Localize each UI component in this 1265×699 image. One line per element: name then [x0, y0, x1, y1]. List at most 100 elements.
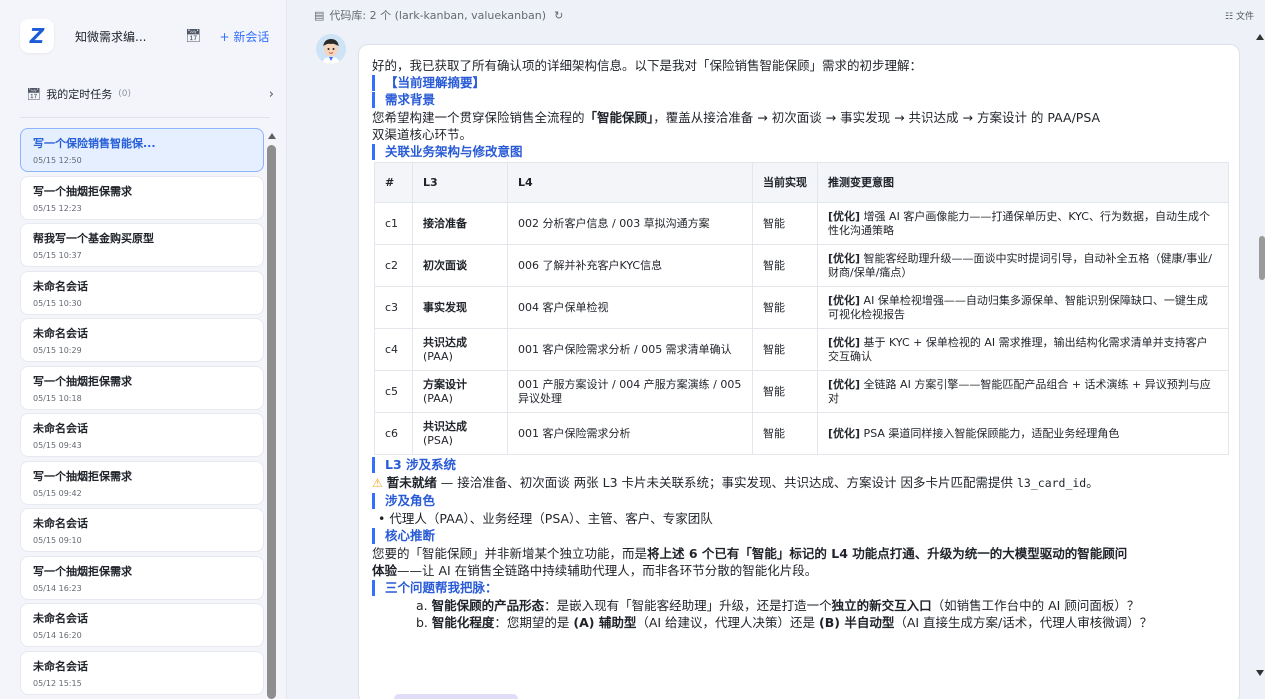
- sidebar-scrollbar[interactable]: [267, 133, 277, 699]
- conversation-title: 写一个抽烟拒保需求: [33, 469, 132, 483]
- background-text-2: 双渠道核心环节。: [372, 127, 473, 142]
- main-scroll-thumb[interactable]: [1259, 236, 1265, 280]
- conversation-title: 写一个抽烟拒保需求: [33, 184, 132, 198]
- row-impl: 智能: [752, 370, 818, 413]
- row-impl: 智能: [752, 244, 818, 287]
- row-l3: 初次面谈: [412, 244, 508, 287]
- question-a: a. 智能保顾的产品形态：是嵌入现有「智能客经助理」升级，还是打造一个独立的新交…: [416, 598, 1140, 613]
- row-l3: 方案设计 (PAA): [412, 370, 508, 413]
- sidebar-scroll-thumb[interactable]: [267, 145, 276, 699]
- row-l4: 006 了解并补充客户KYC信息: [507, 244, 753, 287]
- table-header-cell: 当前实现: [752, 162, 818, 203]
- row-impl: 智能: [752, 412, 818, 455]
- row-id: c3: [374, 286, 413, 329]
- conversation-date: 05/15 12:23: [33, 203, 82, 213]
- row-intent: [优化] AI 保单检视增强——自动归集多源保单、智能识别保障缺口、一键生成可视…: [817, 286, 1229, 329]
- conversation-date: 05/12 15:15: [33, 678, 82, 688]
- conversation-item[interactable]: 写一个抽烟拒保需求 05/14 16:23: [20, 555, 264, 600]
- sidebar-divider: [20, 117, 270, 118]
- conversation-item[interactable]: 写一个抽烟拒保需求 05/15 12:23: [20, 175, 264, 220]
- table-header-cell: L4: [507, 162, 753, 203]
- row-l3: 事实发现: [412, 286, 508, 329]
- background-text: 您希望构建一个贯穿保险销售全流程的「智能保顾」，覆盖从接洽准备 → 初次面谈 →…: [372, 110, 1101, 125]
- sidebar: Z 知微需求编... 📅︎ + 新会话 📅︎ 我的定时任务 (0) › 写一个保…: [0, 0, 287, 699]
- table-row: c5 方案设计 (PAA) 001 产服方案设计 / 004 产服方案演练 / 005…: [374, 370, 1229, 413]
- conversation-item[interactable]: 未命名会话 05/15 09:43: [20, 413, 264, 457]
- table-header-cell: #: [374, 162, 413, 203]
- main-scroll-down-icon[interactable]: [1256, 670, 1264, 676]
- conversation-title: 未命名会话: [33, 612, 88, 625]
- conversation-item[interactable]: 未命名会话 05/12 15:15: [20, 650, 264, 695]
- conversation-title: 未命名会话: [33, 327, 88, 340]
- table-row: c4 共识达成 (PAA) 001 客户保险需求分析 / 005 需求清单确认 智能 [优…: [374, 328, 1229, 371]
- conversation-date: 05/15 09:43: [33, 441, 82, 450]
- conversation-item[interactable]: 未命名会话 05/14 16:20: [20, 603, 264, 647]
- row-impl: 智能: [752, 328, 818, 371]
- row-id: c5: [374, 370, 413, 413]
- heading-core: 核心推断: [372, 528, 1232, 544]
- row-intent: [优化] 全链路 AI 方案引擎——智能匹配产品组合 + 话术演练 + 异议预判…: [817, 370, 1229, 413]
- row-l3: 共识达成 (PAA): [412, 328, 508, 371]
- scheduled-tasks-label: 我的定时任务: [46, 88, 113, 101]
- table-row: c3 事实发现 004 客户保单检视 智能 [优化] AI 保单检视增强——自动归集多源…: [374, 286, 1229, 329]
- files-button[interactable]: ☷ 文件: [1225, 9, 1254, 22]
- conversation-item[interactable]: 写一个抽烟拒保需求 05/15 10:18: [20, 365, 264, 410]
- repo-text: 代码库: 2 个 (lark-kanban, valuekanban): [329, 9, 547, 22]
- app-title: 知微需求编...: [75, 29, 147, 44]
- row-l4: 001 客户保险需求分析: [507, 412, 753, 455]
- conversation-date: 05/14 16:20: [33, 631, 82, 640]
- row-l4: 001 产服方案设计 / 004 产服方案演练 / 005 异议处理: [507, 370, 753, 413]
- chevron-right-icon: ›: [268, 86, 274, 102]
- scheduled-tasks-row[interactable]: 📅︎ 我的定时任务 (0) ›: [26, 84, 274, 104]
- conversation-item[interactable]: 未命名会话 05/15 09:10: [20, 508, 264, 552]
- row-l4: 004 客户保单检视: [507, 286, 753, 329]
- core-text-2: 体验——让 AI 在销售全链路中持续辅助代理人，而非各环节分散的智能化片段。: [372, 563, 818, 578]
- main-scroll-up-icon[interactable]: [1256, 34, 1264, 40]
- row-id: c6: [374, 412, 413, 455]
- heading-background: 需求背景: [372, 92, 1232, 108]
- conversation-item[interactable]: 未命名会话 05/15 10:29: [20, 318, 264, 362]
- table-header-cell: L3: [412, 162, 508, 203]
- conversation-date: 05/15 09:42: [33, 488, 82, 498]
- assistant-avatar: [316, 34, 346, 64]
- conversation-title: 未命名会话: [33, 279, 88, 293]
- conversation-title: 未命名会话: [33, 517, 88, 530]
- conversation-title: 未命名会话: [33, 659, 88, 673]
- app-logo: Z: [20, 19, 54, 53]
- files-label: 文件: [1235, 11, 1254, 22]
- conversation-date: 05/15 12:50: [33, 156, 82, 165]
- sidebar-header: Z 知微需求编... 📅︎ + 新会话: [20, 16, 280, 56]
- repo-bar: ▤ 代码库: 2 个 (lark-kanban, valuekanban) ↻ …: [314, 6, 1254, 24]
- conversation-title: 写一个抽烟拒保需求: [33, 564, 132, 578]
- row-id: c1: [374, 202, 413, 245]
- heading-architecture: 关联业务架构与修改意图: [372, 144, 1232, 160]
- heading-questions: 三个问题帮我把脉：: [372, 580, 1232, 596]
- calendar-clock-icon[interactable]: 📅︎: [185, 29, 202, 44]
- conversation-item[interactable]: 帮我写一个基金购买原型 05/15 10:37: [20, 223, 264, 267]
- conversation-date: 05/15 10:29: [33, 346, 82, 355]
- systems-warning: ⚠ 暂未就绪 — 接洽准备、初次面谈 两张 L3 卡片未关联系统；事实发现、共识…: [372, 475, 1099, 490]
- row-intent: [优化] 智能客经助理升级——面谈中实时提词引导，自动补全五格（健康/事业/财商…: [817, 244, 1229, 287]
- row-intent: [优化] PSA 渠道同样接入智能保顾能力，适配业务经理角色: [817, 412, 1229, 455]
- heading-systems: L3 涉及系统: [372, 457, 1232, 473]
- row-l3: 接洽准备: [412, 202, 508, 245]
- suggestion-chip[interactable]: [394, 694, 518, 699]
- row-l4: 001 客户保险需求分析 / 005 需求清单确认: [507, 328, 753, 371]
- heading-roles: 涉及角色: [372, 493, 1232, 509]
- row-id: c2: [374, 244, 413, 287]
- conversation-date: 05/15 10:37: [33, 251, 82, 260]
- table-header-cell: 推测变更意图: [817, 162, 1229, 203]
- conversation-date: 05/14 16:23: [33, 583, 82, 593]
- scroll-up-icon[interactable]: [268, 133, 276, 139]
- refresh-icon[interactable]: ↻: [554, 9, 563, 22]
- conversation-item[interactable]: 未命名会话 05/15 10:30: [20, 270, 264, 315]
- conversation-item[interactable]: 写一个保险销售智能保... 05/15 12:50: [20, 128, 264, 172]
- row-intent: [优化] 基于 KYC + 保单检视的 AI 需求推理，输出结构化需求清单并支持…: [817, 328, 1229, 371]
- warning-icon: ⚠: [372, 476, 383, 490]
- scheduled-tasks-count: (0): [118, 89, 131, 99]
- conversation-item[interactable]: 写一个抽烟拒保需求 05/15 09:42: [20, 460, 264, 505]
- message-content: 好的，我已获取了所有确认项的详细架构信息。以下是我对「保险销售智能保顾」需求的初…: [372, 57, 1232, 631]
- new-chat-button[interactable]: + 新会话: [220, 28, 270, 45]
- row-l4: 002 分析客户信息 / 003 草拟沟通方案: [507, 202, 753, 245]
- table-body: c1 接洽准备 002 分析客户信息 / 003 草拟沟通方案 智能 [优化] 增强 A…: [374, 202, 1229, 455]
